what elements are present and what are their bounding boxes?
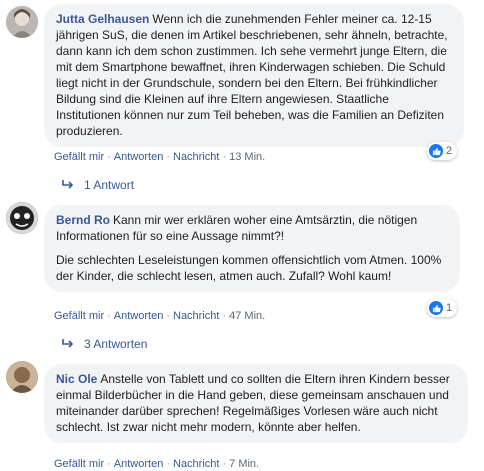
like-button[interactable]: Gefällt mir <box>54 458 104 470</box>
timestamp[interactable]: 13 Min. <box>229 151 265 163</box>
reply-button[interactable]: Antworten <box>114 458 164 470</box>
like-button[interactable]: Gefällt mir <box>54 310 104 322</box>
comment-actions: Gefällt mir · Antworten · Nachricht · 13 Min. <box>54 151 266 163</box>
timestamp[interactable]: 7 Min. <box>229 458 259 470</box>
comment-actions: Gefällt mir · Antworten · Nachricht · 47 Min. <box>54 310 266 322</box>
reply-button[interactable]: Antworten <box>114 151 164 163</box>
comment-text: Bernd Ro Kann mir wer erklären woher eine… <box>56 213 418 243</box>
reply-button[interactable]: Antworten <box>114 310 164 322</box>
comment-text: Nic Ole Anstelle von Tablett und co sollt… <box>56 372 450 434</box>
comment-bubble: Bernd Ro Kann mir wer erklären woher eine… <box>44 205 460 292</box>
avatar[interactable] <box>6 6 38 38</box>
replies-count: 1 Antwort <box>84 178 135 192</box>
message-button[interactable]: Nachricht <box>173 458 219 470</box>
comment-text: Die schlechten Leseleistungen kommen off… <box>56 253 442 283</box>
message-button[interactable]: Nachricht <box>173 310 219 322</box>
view-replies-link[interactable]: 1 Antwort <box>62 178 134 192</box>
comment-bubble: Nic Ole Anstelle von Tablett und co sollt… <box>44 364 468 443</box>
view-replies-link[interactable]: 3 Antworten <box>62 337 147 351</box>
reaction-count[interactable]: 1 <box>427 299 458 317</box>
reaction-count[interactable]: 2 <box>427 142 458 160</box>
author-name[interactable]: Jutta Gelhausen <box>56 12 149 26</box>
timestamp[interactable]: 47 Min. <box>229 310 265 322</box>
author-name[interactable]: Bernd Ro <box>56 213 110 227</box>
comment-bubble: Jutta Gelhausen Wenn ich die zunehmenden … <box>44 4 464 147</box>
reply-arrow-icon <box>62 337 74 351</box>
replies-count: 3 Antworten <box>84 337 148 351</box>
author-name[interactable]: Nic Ole <box>56 372 97 386</box>
comment-actions: Gefällt mir · Antworten · Nachricht · 7 Min. <box>54 458 260 470</box>
reply-arrow-icon <box>62 178 74 192</box>
thumbs-up-icon <box>429 301 443 315</box>
like-button[interactable]: Gefällt mir <box>54 151 104 163</box>
comment-text: Jutta Gelhausen Wenn ich die zunehmenden … <box>56 12 448 138</box>
avatar[interactable] <box>6 361 38 393</box>
thumbs-up-icon <box>429 144 443 158</box>
message-button[interactable]: Nachricht <box>173 151 219 163</box>
avatar[interactable] <box>6 202 38 234</box>
